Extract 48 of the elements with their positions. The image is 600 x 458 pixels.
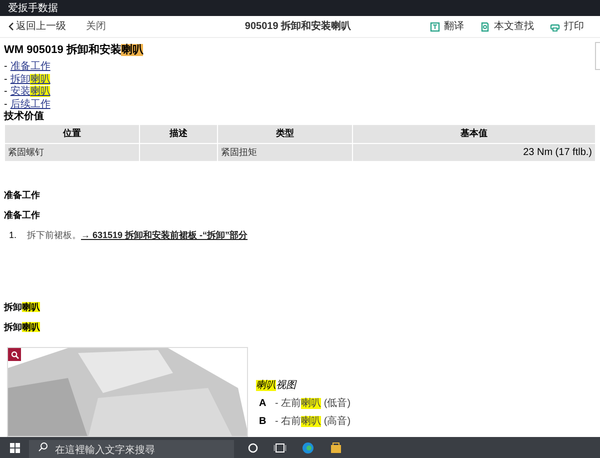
search-icon	[10, 350, 18, 358]
step-text: 拆下前裙板。	[27, 229, 81, 241]
column-header: 描述	[140, 124, 218, 144]
list-dash: -	[4, 74, 8, 86]
translate-button[interactable]: 翻译	[430, 19, 464, 34]
window-title: 爱扳手数据	[8, 2, 58, 16]
legend-text: - 右前喇叭 (高音)	[275, 415, 351, 428]
table-cell: 紧固扭矩	[218, 144, 352, 162]
windows-start-icon[interactable]	[10, 442, 20, 452]
section-heading: 拆卸喇叭	[4, 321, 41, 333]
list-dash: -	[4, 86, 8, 98]
table-cell: 紧固螺钉	[4, 144, 140, 162]
section-heading: 拆卸喇叭	[4, 301, 41, 313]
section-heading: 准备工作	[4, 189, 41, 201]
task-view-icon[interactable]	[274, 442, 286, 452]
store-icon[interactable]	[330, 442, 342, 453]
zoom-button[interactable]	[8, 348, 21, 361]
browser-icon[interactable]	[302, 442, 314, 454]
search-icon	[38, 442, 48, 452]
toc-link[interactable]: 准备工作	[10, 61, 50, 74]
legend-key: B	[259, 415, 267, 428]
toc-link[interactable]: 后续工作	[10, 98, 50, 111]
chevron-left-icon	[8, 22, 14, 31]
section-heading: 技术价值	[4, 111, 45, 123]
legend-key: A	[259, 397, 267, 410]
column-header: 类型	[218, 124, 352, 144]
list-dash: -	[4, 61, 8, 74]
step-link[interactable]: → 631519 拆卸和安装前裙板 -“拆卸”部分	[81, 229, 248, 241]
step-number: 1.	[9, 229, 18, 241]
legend-text: - 左前喇叭 (低音)	[275, 397, 351, 410]
figure-caption: 喇叭视图	[256, 379, 298, 393]
toc-link[interactable]: 安装喇叭	[10, 86, 50, 98]
taskbar-search-field[interactable]: 在這裡輸入文字來搜尋	[29, 440, 234, 458]
find-button[interactable]: 本文查找	[480, 19, 534, 34]
list-dash: -	[4, 98, 8, 110]
table-cell: 23 Nm (17 ftlb.)	[352, 144, 596, 162]
back-button[interactable]: 返回上一级	[8, 19, 66, 34]
translate-icon	[430, 22, 440, 32]
task-view-circle-icon[interactable]	[248, 442, 258, 452]
printer-icon	[550, 22, 560, 32]
print-button[interactable]: 打印	[550, 19, 584, 34]
toc-link[interactable]: 拆卸喇叭	[10, 74, 50, 86]
document-title: 905019 拆卸和安装喇叭	[244, 19, 352, 34]
close-button[interactable]: 关闭	[86, 19, 106, 34]
document-search-icon	[480, 22, 490, 32]
section-heading: 准备工作	[4, 209, 41, 221]
column-header: 基本值	[352, 124, 596, 144]
column-header: 位置	[4, 124, 140, 144]
